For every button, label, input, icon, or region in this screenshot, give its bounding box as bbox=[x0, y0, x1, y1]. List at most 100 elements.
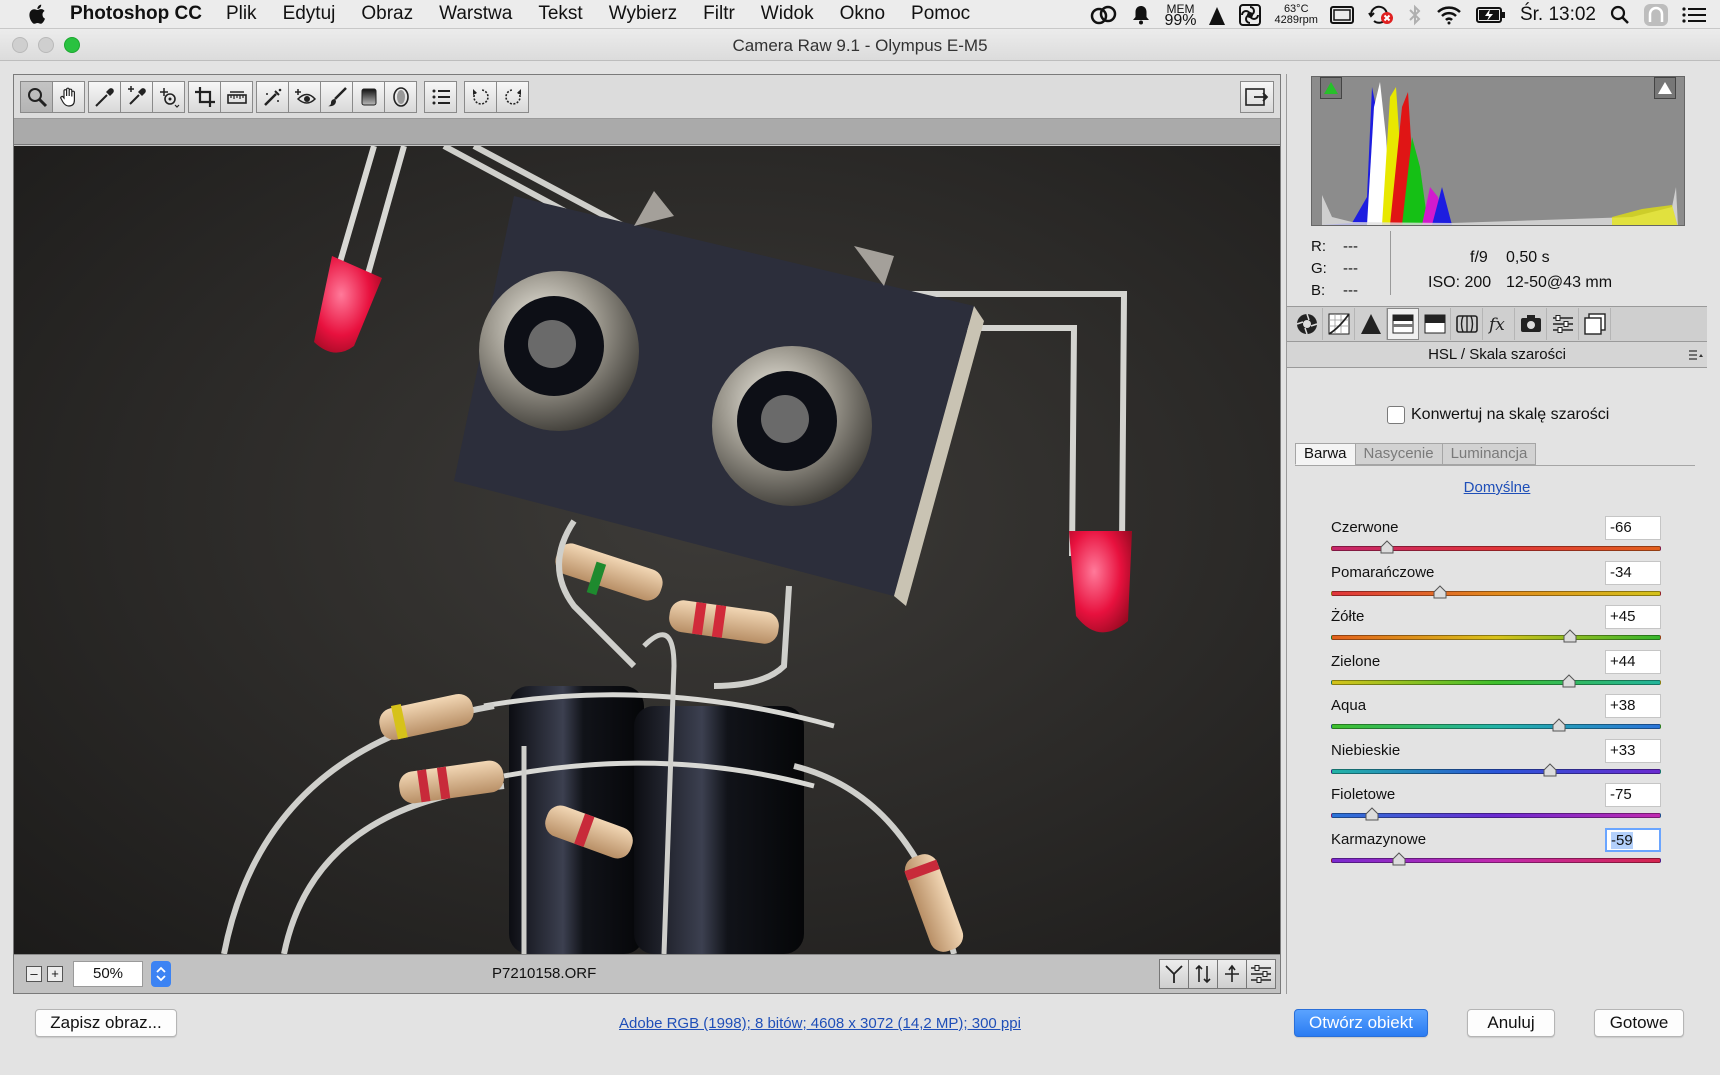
preferences-tool[interactable] bbox=[424, 81, 457, 113]
convert-grayscale-checkbox[interactable] bbox=[1387, 406, 1405, 424]
straighten-tool[interactable] bbox=[220, 81, 253, 113]
highlight-clipping-toggle[interactable] bbox=[1654, 77, 1676, 99]
aperture-icon bbox=[1296, 313, 1317, 335]
tone-curve-icon bbox=[1328, 313, 1350, 335]
defaults-link[interactable]: Domyślne bbox=[1287, 479, 1707, 496]
cpu-graph-icon[interactable] bbox=[1208, 5, 1225, 25]
tab-tone-curve[interactable] bbox=[1323, 308, 1355, 340]
slider-thumb[interactable] bbox=[1563, 629, 1577, 643]
memory-meter[interactable]: MEM 99% bbox=[1164, 3, 1196, 29]
slider-track[interactable] bbox=[1331, 635, 1661, 640]
radial-filter-tool[interactable] bbox=[384, 81, 417, 113]
menu-obraz[interactable]: Obraz bbox=[361, 3, 413, 25]
creative-cloud-icon[interactable] bbox=[1090, 5, 1118, 25]
zoom-level-stepper[interactable] bbox=[151, 961, 171, 987]
temperature-readout[interactable]: 63°C 4289rpm bbox=[1275, 3, 1318, 26]
slider-thumb[interactable] bbox=[1543, 762, 1557, 777]
hsl-icon bbox=[1392, 314, 1414, 334]
menu-edytuj[interactable]: Edytuj bbox=[283, 3, 336, 25]
app-menu[interactable]: Photoshop CC bbox=[70, 3, 202, 25]
subtab-saturation[interactable]: Nasycenie bbox=[1354, 443, 1443, 465]
notification-bell-icon[interactable] bbox=[1132, 5, 1150, 25]
tab-camera-calibration[interactable] bbox=[1515, 308, 1547, 340]
display-icon[interactable] bbox=[1329, 5, 1354, 24]
menu-okno[interactable]: Okno bbox=[840, 3, 885, 25]
tab-hsl[interactable] bbox=[1387, 308, 1419, 340]
menu-plik[interactable]: Plik bbox=[226, 3, 257, 25]
tab-lens-corrections[interactable] bbox=[1451, 308, 1483, 340]
graduated-filter-tool[interactable] bbox=[352, 81, 385, 113]
slider-value-field[interactable]: -59 bbox=[1605, 827, 1661, 852]
slider-value-field[interactable]: -75 bbox=[1605, 783, 1661, 807]
hand-tool[interactable] bbox=[52, 81, 85, 113]
rotate-right-tool[interactable] bbox=[496, 81, 529, 113]
apple-icon[interactable] bbox=[28, 3, 48, 25]
menu-warstwa[interactable]: Warstwa bbox=[439, 3, 512, 25]
tab-presets[interactable] bbox=[1547, 308, 1579, 340]
preview-preferences-button[interactable] bbox=[1246, 959, 1276, 989]
slider-track[interactable] bbox=[1331, 857, 1661, 863]
rotate-left-tool[interactable] bbox=[464, 81, 497, 113]
swap-settings-button[interactable] bbox=[1188, 959, 1218, 989]
red-eye-tool[interactable] bbox=[288, 81, 321, 113]
user-icon[interactable] bbox=[1644, 3, 1668, 26]
slider-track[interactable] bbox=[1331, 724, 1661, 729]
color-sampler-tool[interactable] bbox=[120, 81, 153, 113]
targeted-adjustment-tool[interactable] bbox=[152, 81, 185, 113]
toggle-fullscreen-button[interactable] bbox=[1240, 81, 1274, 113]
slider-value-field[interactable]: +33 bbox=[1605, 738, 1661, 763]
copy-settings-button[interactable] bbox=[1217, 959, 1247, 989]
panel-menu-icon[interactable] bbox=[1689, 350, 1703, 360]
open-object-button[interactable]: Otwórz obiekt bbox=[1294, 1009, 1428, 1037]
convert-grayscale-option[interactable]: Konwertuj na skalę szarości bbox=[1387, 406, 1609, 424]
slider-value-field[interactable]: +38 bbox=[1605, 694, 1661, 718]
slider-value-field[interactable]: -66 bbox=[1605, 516, 1661, 540]
slider-value-field[interactable]: +45 bbox=[1605, 605, 1661, 629]
slider-thumb[interactable] bbox=[1433, 584, 1447, 599]
title-bar[interactable]: Camera Raw 9.1 - Olympus E-M5 bbox=[0, 29, 1720, 61]
time-machine-icon[interactable] bbox=[1368, 4, 1394, 26]
image-preview[interactable] bbox=[14, 146, 1280, 954]
tab-detail[interactable] bbox=[1355, 308, 1387, 340]
battery-icon[interactable] bbox=[1475, 6, 1506, 23]
before-after-button[interactable] bbox=[1159, 959, 1189, 989]
cancel-button[interactable]: Anuluj bbox=[1467, 1009, 1555, 1037]
white-balance-tool[interactable] bbox=[88, 81, 121, 113]
adjustment-brush-tool[interactable] bbox=[320, 81, 353, 113]
tab-snapshots[interactable] bbox=[1579, 308, 1611, 340]
menu-pomoc[interactable]: Pomoc bbox=[911, 3, 970, 25]
slider-track[interactable] bbox=[1331, 813, 1661, 818]
slider-track[interactable] bbox=[1331, 768, 1661, 774]
zoom-tool[interactable] bbox=[20, 81, 53, 113]
menu-widok[interactable]: Widok bbox=[761, 3, 814, 25]
menu-wybierz[interactable]: Wybierz bbox=[609, 3, 677, 25]
subtab-luminance[interactable]: Luminancja bbox=[1441, 443, 1537, 465]
slider-thumb[interactable] bbox=[1365, 807, 1379, 821]
shadow-clipping-toggle[interactable] bbox=[1320, 77, 1342, 99]
spotlight-search-icon[interactable] bbox=[1610, 5, 1630, 25]
slider-thumb[interactable] bbox=[1392, 851, 1406, 866]
tab-effects[interactable]: fx bbox=[1483, 308, 1515, 340]
done-button[interactable]: Gotowe bbox=[1594, 1009, 1684, 1037]
spot-removal-tool[interactable] bbox=[256, 81, 289, 113]
menu-tekst[interactable]: Tekst bbox=[538, 3, 582, 25]
crop-tool[interactable] bbox=[188, 81, 221, 113]
clock[interactable]: Śr. 13:02 bbox=[1520, 4, 1596, 26]
slider-value-field[interactable]: -34 bbox=[1605, 560, 1661, 585]
notification-center-icon[interactable] bbox=[1682, 6, 1706, 24]
zoom-level-field[interactable]: 50% bbox=[73, 961, 143, 987]
subtab-hue[interactable]: Barwa bbox=[1295, 443, 1356, 465]
slider-value-field[interactable]: +44 bbox=[1605, 649, 1661, 674]
bluetooth-icon[interactable] bbox=[1408, 4, 1422, 26]
zoom-in-button[interactable]: + bbox=[47, 966, 63, 982]
slider-track[interactable] bbox=[1331, 679, 1661, 685]
zoom-out-button[interactable]: – bbox=[26, 966, 42, 982]
slider-thumb[interactable] bbox=[1380, 540, 1394, 554]
slider-thumb[interactable] bbox=[1562, 673, 1576, 688]
slider-thumb[interactable] bbox=[1552, 718, 1566, 732]
tab-split-toning[interactable] bbox=[1419, 308, 1451, 340]
slider-track[interactable] bbox=[1331, 590, 1661, 596]
tab-basic[interactable] bbox=[1291, 308, 1323, 340]
wifi-icon[interactable] bbox=[1436, 5, 1462, 25]
menu-filtr[interactable]: Filtr bbox=[703, 3, 735, 25]
